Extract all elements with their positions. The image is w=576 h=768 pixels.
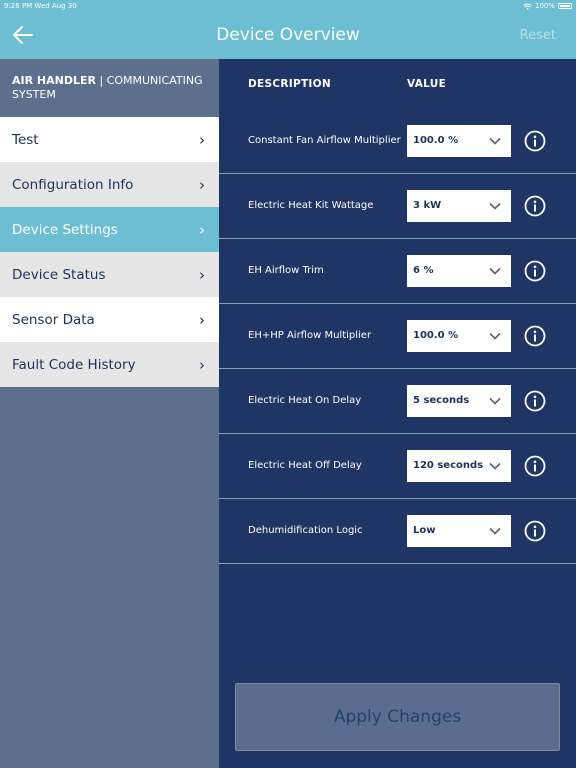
wifi-icon [523,3,532,10]
setting-row: Electric Heat On Delay 5 seconds [219,369,576,434]
column-header-description: DESCRIPTION [248,78,331,90]
setting-row: Electric Heat Off Delay 120 seconds [219,434,576,499]
chevron-down-icon [489,397,501,405]
chevron-down-icon [489,462,501,470]
setting-label: EH Airflow Trim [248,265,324,276]
sidebar-item-fault-code-history[interactable]: Fault Code History › [0,342,219,387]
sidebar-item-device-status[interactable]: Device Status › [0,252,219,297]
battery-icon [558,3,572,9]
info-icon[interactable] [524,390,546,412]
setting-value-dropdown[interactable]: 120 seconds [407,450,511,482]
sidebar-item-configuration-info[interactable]: Configuration Info › [0,162,219,207]
sidebar-item-label: Device Settings [12,221,118,238]
setting-row: Electric Heat Kit Wattage 3 kW [219,174,576,239]
sidebar-item-sensor-data[interactable]: Sensor Data › [0,297,219,342]
sidebar-item-label: Test [12,131,39,148]
setting-value: 120 seconds [413,460,484,471]
setting-row: Constant Fan Airflow Multiplier 100.0 % [219,109,576,174]
setting-label: Electric Heat Off Delay [248,460,362,471]
setting-value: 100.0 % [413,135,459,146]
apply-changes-button[interactable]: Apply Changes [235,683,560,751]
setting-value: Low [413,525,436,536]
setting-row: Dehumidification Logic Low [219,499,576,564]
setting-value-dropdown[interactable]: 3 kW [407,190,511,222]
battery-percent: 100% [534,2,555,10]
info-icon[interactable] [524,520,546,542]
chevron-right-icon: › [199,220,205,239]
info-icon[interactable] [524,130,546,152]
setting-value: 6 % [413,265,434,276]
chevron-right-icon: › [199,310,205,329]
chevron-right-icon: › [199,130,205,149]
setting-value-dropdown[interactable]: Low [407,515,511,547]
setting-label: Dehumidification Logic [248,525,363,536]
sidebar: AIR HANDLER | COMMUNICATING SYSTEM Test ›… [0,59,219,768]
sidebar-item-label: Sensor Data [12,311,95,328]
column-header-value: VALUE [407,78,447,90]
setting-value: 100.0 % [413,330,459,341]
sidebar-nav: Test › Configuration Info › Device Settings ›… [0,117,219,387]
top-bar: 9:26 PM Wed Aug 30 100% Device Overview … [0,0,576,59]
setting-value-dropdown[interactable]: 100.0 % [407,320,511,352]
settings-panel: DESCRIPTION VALUE Constant Fan Airflow M… [219,59,576,768]
info-icon[interactable] [524,195,546,217]
setting-value: 3 kW [413,200,442,211]
sidebar-item-label: Configuration Info [12,176,134,193]
setting-value-dropdown[interactable]: 6 % [407,255,511,287]
chevron-right-icon: › [199,355,205,374]
chevron-down-icon [489,267,501,275]
info-icon[interactable] [524,325,546,347]
info-icon[interactable] [524,455,546,477]
setting-label: Constant Fan Airflow Multiplier [248,135,401,146]
info-icon[interactable] [524,260,546,282]
chevron-down-icon [489,202,501,210]
sidebar-heading: AIR HANDLER | COMMUNICATING SYSTEM [0,59,219,117]
sidebar-item-label: Fault Code History [12,356,136,373]
sidebar-item-label: Device Status [12,266,106,283]
chevron-down-icon [489,332,501,340]
status-time-date: 9:26 PM Wed Aug 30 [4,2,77,10]
setting-value-dropdown[interactable]: 5 seconds [407,385,511,417]
sidebar-item-test[interactable]: Test › [0,117,219,162]
setting-value-dropdown[interactable]: 100.0 % [407,125,511,157]
setting-value: 5 seconds [413,395,470,406]
setting-label: Electric Heat Kit Wattage [248,200,374,211]
chevron-down-icon [489,137,501,145]
status-right: 100% [523,2,572,10]
status-bar: 9:26 PM Wed Aug 30 100% [4,2,572,12]
settings-list: Constant Fan Airflow Multiplier 100.0 % El… [219,109,576,564]
setting-label: Electric Heat On Delay [248,395,362,406]
device-type-label: AIR HANDLER [12,74,96,87]
reset-button[interactable]: Reset [520,28,556,43]
setting-row: EH+HP Airflow Multiplier 100.0 % [219,304,576,369]
page-title: Device Overview [216,25,360,45]
setting-row: EH Airflow Trim 6 % [219,239,576,304]
sidebar-item-device-settings[interactable]: Device Settings › [0,207,219,252]
chevron-down-icon [489,527,501,535]
chevron-right-icon: › [199,175,205,194]
chevron-right-icon: › [199,265,205,284]
setting-label: EH+HP Airflow Multiplier [248,330,372,341]
